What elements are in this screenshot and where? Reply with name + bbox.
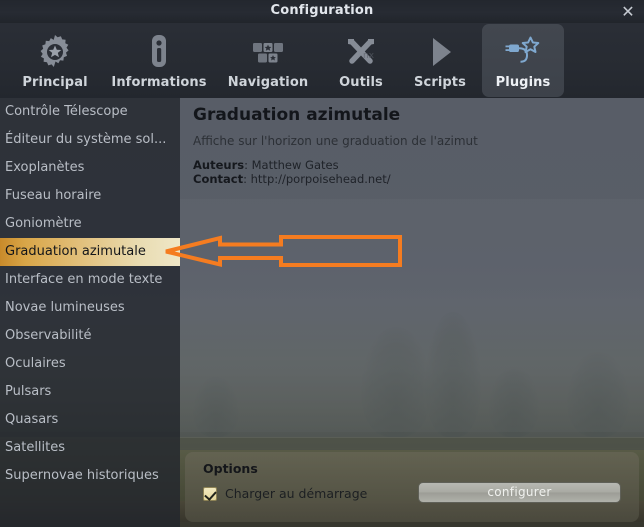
configuration-window: Configuration ✕ Principal Informations N… — [0, 0, 644, 527]
plugin-credits: Auteurs: Matthew Gates Contact: http://p… — [193, 158, 391, 186]
plugin-contact-line: Contact: http://porpoisehead.net/ — [193, 172, 391, 186]
plugin-info-section: Graduation azimutale Affiche sur l'horiz… — [180, 98, 644, 199]
gear-star-icon — [35, 30, 75, 74]
sidebar-item-controle-telescope[interactable]: Contrôle Télescope — [0, 98, 180, 126]
load-at-startup-label: Charger au démarrage — [225, 486, 368, 501]
tab-label: Scripts — [414, 75, 466, 90]
load-at-startup-checkbox[interactable] — [203, 486, 217, 501]
authors-label: Auteurs — [193, 158, 245, 172]
plug-star-icon — [503, 30, 543, 74]
close-icon[interactable]: ✕ — [618, 2, 638, 21]
tab-label: Navigation — [227, 75, 309, 90]
configure-button[interactable]: configurer — [418, 482, 621, 503]
sidebar-item-quasars[interactable]: Quasars — [0, 406, 180, 434]
sidebar-item-exoplanetes[interactable]: Exoplanètes — [0, 154, 180, 182]
sidebar-item-novae-lumineuses[interactable]: Novae lumineuses — [0, 294, 180, 322]
options-panel: Options Charger au démarrage configurer — [185, 452, 639, 522]
plugin-authors-line: Auteurs: Matthew Gates — [193, 158, 391, 172]
plugin-list-sidebar[interactable]: Contrôle Télescope Éditeur du système so… — [0, 98, 180, 527]
sidebar-item-satellites[interactable]: Satellites — [0, 434, 180, 462]
load-at-startup-row[interactable]: Charger au démarrage — [203, 486, 367, 501]
options-bottom-edge — [180, 522, 644, 527]
tab-label: Outils — [339, 75, 383, 90]
sidebar-item-goniometre[interactable]: Goniomètre — [0, 210, 180, 238]
sidebar-item-observabilite[interactable]: Observabilité — [0, 322, 180, 350]
plugin-detail-panel: Graduation azimutale Affiche sur l'horiz… — [180, 98, 644, 527]
tab-outils[interactable]: nx Outils — [324, 24, 398, 97]
plugin-description: Affiche sur l'horizon une graduation de … — [193, 134, 478, 148]
sidebar-item-graduation-azimutale[interactable]: Graduation azimutale — [0, 238, 180, 266]
sidebar-item-supernovae-historiques[interactable]: Supernovae historiques — [0, 462, 180, 490]
sidebar-item-pulsars[interactable]: Pulsars — [0, 378, 180, 406]
options-separator — [180, 438, 644, 450]
title-bar: Configuration ✕ — [0, 0, 644, 23]
tab-label: Plugins — [495, 75, 551, 90]
grid-stars-icon — [248, 30, 288, 74]
contact-label: Contact — [193, 172, 244, 186]
page-title: Graduation azimutale — [193, 105, 401, 125]
tab-plugins[interactable]: Plugins — [482, 24, 564, 97]
svg-text:nx: nx — [363, 51, 375, 61]
tab-scripts[interactable]: Scripts — [402, 24, 478, 97]
contact-value: : http://porpoisehead.net/ — [243, 172, 391, 186]
play-triangle-icon — [420, 30, 460, 74]
sidebar-item-interface-mode-texte[interactable]: Interface en mode texte — [0, 266, 180, 294]
options-title: Options — [203, 461, 258, 476]
sidebar-item-editeur-systeme-solaire[interactable]: Éditeur du système sol... — [0, 126, 180, 154]
tab-principal[interactable]: Principal — [8, 24, 102, 97]
window-title: Configuration — [270, 3, 374, 18]
tab-label: Principal — [22, 75, 88, 90]
tab-bar: Principal Informations Navigation nx Out… — [0, 23, 644, 98]
wrench-hammer-icon: nx — [341, 30, 381, 74]
tab-navigation[interactable]: Navigation — [216, 24, 320, 97]
authors-value: : Matthew Gates — [244, 158, 339, 172]
sidebar-item-fuseau-horaire[interactable]: Fuseau horaire — [0, 182, 180, 210]
tab-informations[interactable]: Informations — [106, 24, 212, 97]
sidebar-item-oculaires[interactable]: Oculaires — [0, 350, 180, 378]
plugin-body-area — [180, 199, 644, 450]
tab-label: Informations — [111, 75, 207, 90]
info-badge-icon — [139, 30, 179, 74]
